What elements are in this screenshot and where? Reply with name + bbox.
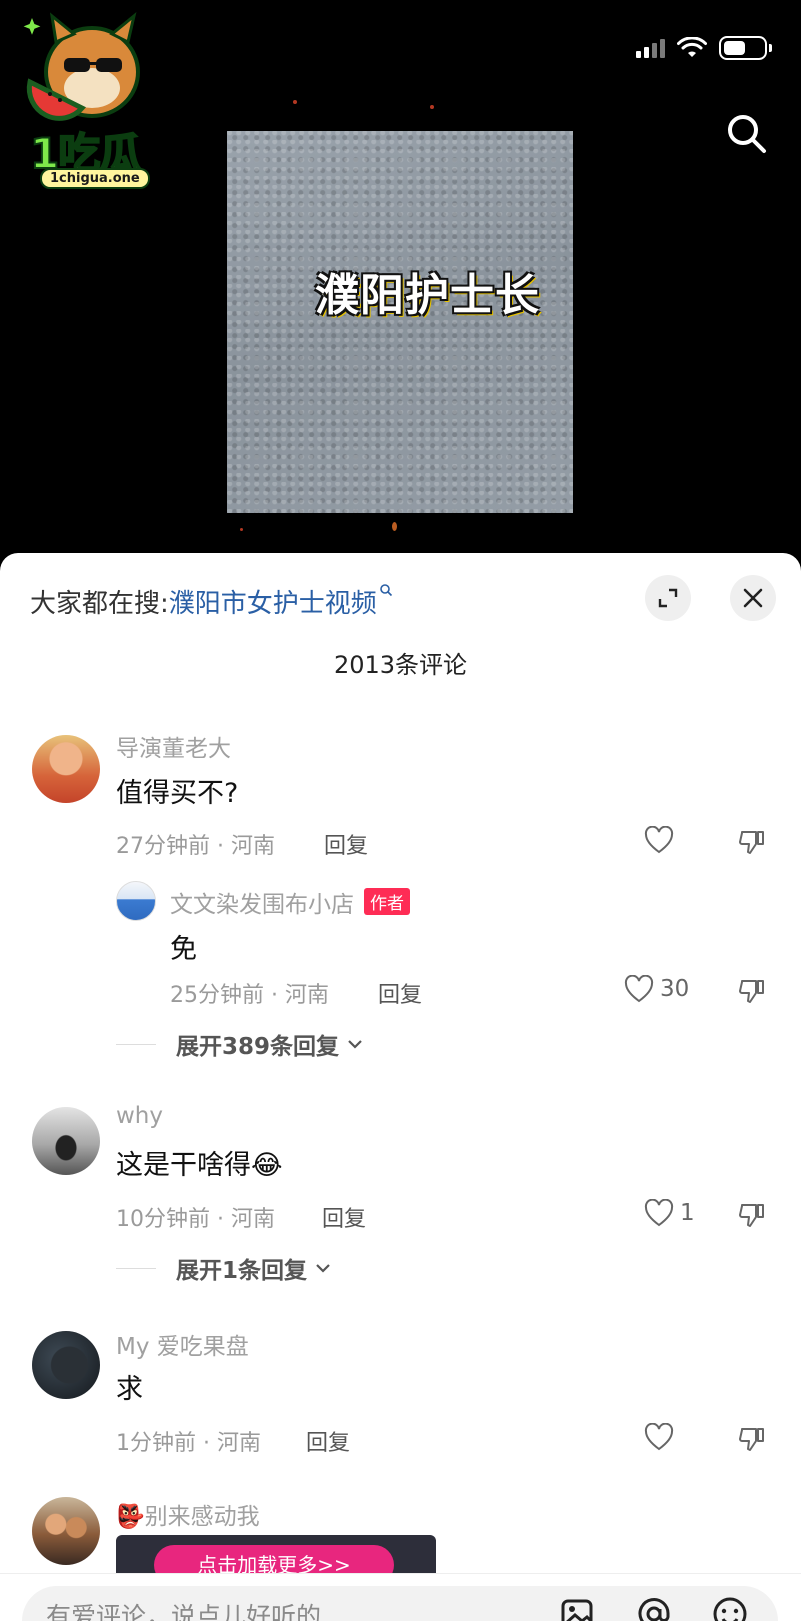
comment-text: 这是干啥得😂 (116, 1143, 283, 1182)
comment-username[interactable]: My 爱吃果盘 (116, 1327, 249, 1361)
dislike-icon[interactable] (738, 1201, 766, 1229)
comment-text: 值得买不? (116, 778, 239, 809)
dislike-icon[interactable] (738, 828, 766, 856)
battery-icon (719, 36, 772, 60)
video-player[interactable]: 1吃瓜 1chigua.one 濮阳护士长 (0, 0, 801, 560)
avatar[interactable] (116, 881, 156, 921)
heart-icon (644, 826, 674, 854)
wifi-icon (677, 37, 707, 57)
divider (116, 1043, 156, 1045)
comment-input[interactable] (46, 1596, 506, 1621)
mascot-icon (23, 12, 140, 121)
comment-sheet: 大家都在搜:濮阳市女护士视频 2013条评论 导演董老大 值得买不? 27分钟前… (0, 553, 801, 1621)
expand-replies-button[interactable]: 展开1条回复 (116, 1251, 331, 1285)
image-icon[interactable] (558, 1594, 598, 1621)
heart-icon (644, 1199, 674, 1227)
like-button[interactable]: 1 (644, 1199, 695, 1227)
like-button[interactable]: 30 (624, 975, 689, 1003)
emoji: 😂 (251, 1150, 283, 1181)
avatar[interactable] (32, 1331, 100, 1399)
ad-banner[interactable]: 点击加载更多>> (116, 1535, 436, 1575)
logo-url-text: 1chigua.one (40, 168, 150, 189)
avatar[interactable] (32, 1107, 100, 1175)
emoji-icon[interactable] (710, 1594, 750, 1621)
comment-text: 求 (116, 1374, 143, 1405)
like-button[interactable] (644, 1423, 674, 1451)
ember-particle (293, 100, 297, 104)
expand-replies-label: 展开1条回复 (176, 1258, 308, 1284)
like-button[interactable] (644, 826, 674, 854)
reply-meta: 25分钟前 · 河南 (170, 983, 329, 1008)
username-emoji: 👺 (116, 1504, 145, 1530)
comment-username[interactable]: why (116, 1103, 163, 1129)
chevron-down-icon (348, 1040, 362, 1049)
load-more-button[interactable]: 点击加载更多>> (154, 1545, 394, 1575)
video-caption: 濮阳护士长 (315, 270, 540, 321)
reply-button[interactable]: 回复 (306, 1425, 350, 1457)
reply-username[interactable]: 文文染发围布小店 作者 (170, 885, 410, 919)
comment-meta: 10分钟前 · 河南 (116, 1207, 275, 1232)
close-button[interactable] (730, 575, 776, 621)
reply-username-text: 文文染发围布小店 (170, 892, 354, 918)
status-bar (636, 34, 772, 62)
comment-username[interactable]: 👺别来感动我 (116, 1497, 260, 1531)
dislike-icon[interactable] (738, 1425, 766, 1453)
heart-icon (644, 1423, 674, 1451)
divider (116, 1267, 156, 1269)
avatar[interactable] (32, 1497, 100, 1565)
close-icon (743, 588, 763, 608)
reply-text: 免 (170, 934, 197, 965)
dislike-icon[interactable] (738, 977, 766, 1005)
search-icon (379, 584, 392, 597)
reply-button[interactable]: 回复 (322, 1201, 366, 1233)
cellular-signal-icon (636, 38, 665, 58)
reply-button[interactable]: 回复 (324, 828, 368, 860)
like-count: 30 (660, 976, 690, 1002)
ember-particle (392, 522, 397, 531)
search-icon[interactable] (725, 112, 767, 154)
comment-input-bar (0, 1573, 801, 1621)
ember-particle (240, 528, 243, 531)
trending-prefix: 大家都在搜: (30, 589, 169, 619)
reply-button[interactable]: 回复 (378, 977, 422, 1009)
site-logo[interactable]: 1吃瓜 1chigua.one (12, 12, 162, 189)
avatar[interactable] (32, 735, 100, 803)
like-count: 1 (680, 1200, 695, 1226)
mention-icon[interactable] (634, 1594, 674, 1621)
comment-meta: 27分钟前 · 河南 (116, 834, 275, 859)
trending-keyword-link[interactable]: 濮阳市女护士视频 (169, 589, 377, 619)
comment-text-body: 这是干啥得 (116, 1150, 251, 1181)
video-frame: 濮阳护士长 (227, 131, 573, 513)
comment-meta: 1分钟前 · 河南 (116, 1431, 261, 1456)
expand-replies-label: 展开389条回复 (176, 1034, 340, 1060)
expand-replies-button[interactable]: 展开389条回复 (116, 1027, 363, 1061)
trending-search[interactable]: 大家都在搜:濮阳市女护士视频 (30, 583, 393, 620)
comment-username[interactable]: 导演董老大 (116, 729, 231, 763)
author-badge: 作者 (364, 888, 410, 915)
ember-particle (430, 105, 434, 109)
expand-button[interactable] (645, 575, 691, 621)
heart-icon (624, 975, 654, 1003)
comment-input-container[interactable] (22, 1586, 778, 1621)
expand-icon (658, 588, 678, 608)
chevron-down-icon (316, 1264, 330, 1273)
username-text: 别来感动我 (144, 1504, 260, 1530)
comment-count: 2013条评论 (333, 651, 468, 679)
